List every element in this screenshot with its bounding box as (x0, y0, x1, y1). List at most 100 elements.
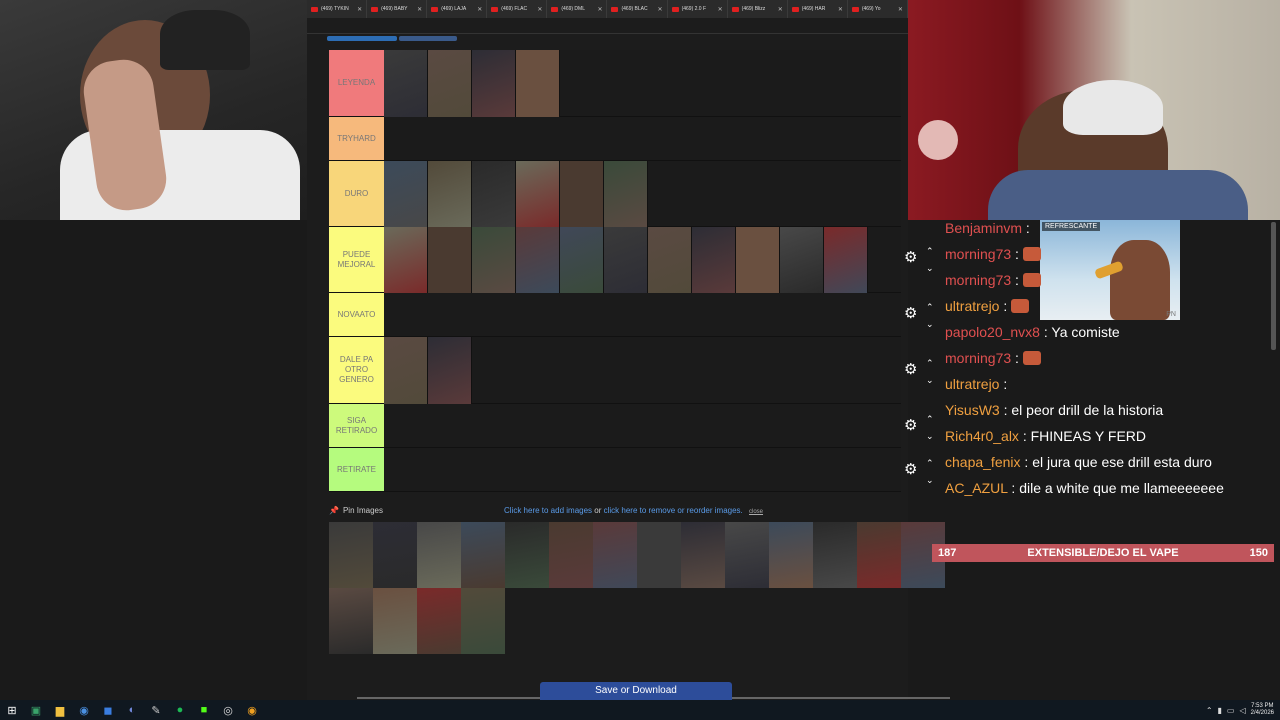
tier-image[interactable] (648, 227, 692, 293)
gear-icon[interactable]: ⚙ (904, 250, 920, 266)
gear-icon[interactable]: ⚙ (904, 362, 920, 378)
tier-label[interactable]: DALE PA OTRO GENERO (329, 337, 384, 403)
tier-image[interactable] (428, 227, 472, 293)
chevron-down-icon[interactable]: ⌄ (926, 320, 934, 329)
tier-label[interactable]: RETIRATE (329, 448, 384, 491)
tier-image[interactable] (472, 227, 516, 293)
chevron-down-icon[interactable]: ⌄ (926, 432, 934, 441)
close-tab-icon[interactable]: ✕ (357, 6, 362, 13)
tier-image[interactable] (824, 227, 868, 293)
chat-username[interactable]: morning73 (945, 246, 1011, 262)
pool-image[interactable] (417, 522, 461, 588)
chat-scrollbar[interactable] (1271, 222, 1276, 350)
chat-username[interactable]: morning73 (945, 272, 1011, 288)
browser-tab[interactable]: (469) 2.0 F ✕ (668, 0, 728, 18)
close-tab-icon[interactable]: ✕ (898, 6, 903, 13)
chrome-icon[interactable]: ◉ (72, 700, 96, 720)
chat-username[interactable]: papolo20_nvx8 (945, 324, 1040, 340)
clock[interactable]: 7:53 PM 2/4/2026 (1251, 703, 1274, 717)
obs-icon[interactable]: ◎ (216, 700, 240, 720)
tier-image[interactable] (560, 227, 604, 293)
tool-button-2[interactable] (399, 36, 457, 41)
pool-image[interactable] (505, 522, 549, 588)
chat-username[interactable]: morning73 (945, 350, 1011, 366)
close-tab-icon[interactable]: ✕ (417, 6, 422, 13)
chat-username[interactable]: YisusW3 (945, 402, 1000, 418)
close-tab-icon[interactable]: ✕ (778, 6, 783, 13)
close-tab-icon[interactable]: ✕ (718, 6, 723, 13)
terminal-icon[interactable]: ▣ (24, 700, 48, 720)
chrome-canary-icon[interactable]: ◉ (240, 700, 264, 720)
browser-tab[interactable]: (469) Yo ✕ (848, 0, 908, 18)
tier-image[interactable] (604, 227, 648, 293)
pool-image[interactable] (329, 588, 373, 654)
browser-tab[interactable]: (469) HAR ✕ (788, 0, 848, 18)
discord-icon[interactable]: ◐ (120, 700, 144, 720)
chat-username[interactable]: ultratrejo (945, 298, 999, 314)
tier-image[interactable] (516, 161, 560, 227)
tier-image[interactable] (472, 161, 516, 227)
browser-tab[interactable]: (469) TYKIN ✕ (307, 0, 368, 18)
folder-icon[interactable]: ▆ (48, 700, 72, 720)
gear-icon[interactable]: ⚙ (904, 306, 920, 322)
tier-image[interactable] (384, 337, 428, 404)
tier-image[interactable] (428, 161, 472, 227)
tier-image[interactable] (384, 161, 428, 227)
chat-username[interactable]: Rich4r0_alx (945, 428, 1019, 444)
tier-label[interactable]: SIGA RETIRADO (329, 404, 384, 447)
pool-image[interactable] (769, 522, 813, 588)
pool-image[interactable] (549, 522, 593, 588)
app-icon[interactable]: ◼ (96, 700, 120, 720)
tool-icon[interactable]: ✎ (144, 700, 168, 720)
chevron-up-icon[interactable]: ⌃ (926, 247, 934, 256)
tier-image[interactable] (604, 161, 648, 227)
browser-tab[interactable]: (469) BLAC ✕ (607, 0, 668, 18)
close-tab-icon[interactable]: ✕ (838, 6, 843, 13)
network-icon[interactable]: ▭ (1227, 706, 1235, 715)
chevron-up-icon[interactable]: ⌃ (926, 303, 934, 312)
close-tab-icon[interactable]: ✕ (658, 6, 663, 13)
reorder-images-link[interactable]: click here to remove or reorder images. (604, 506, 743, 515)
tier-image[interactable] (516, 50, 560, 117)
browser-tab[interactable]: (469) BABY ✕ (367, 0, 428, 18)
tool-button-1[interactable] (327, 36, 397, 41)
tier-label[interactable]: PUEDE MEJORAL (329, 227, 384, 292)
tier-label[interactable]: NOVAATO (329, 293, 384, 336)
browser-tab[interactable]: (469) FLAC ✕ (487, 0, 548, 18)
tier-image[interactable] (428, 50, 472, 117)
tier-image[interactable] (384, 227, 428, 293)
close-tab-icon[interactable]: ✕ (597, 6, 602, 13)
start-icon[interactable]: ⊞ (0, 700, 24, 720)
pool-image[interactable] (461, 522, 505, 588)
chevron-up-icon[interactable]: ⌃ (1206, 706, 1213, 715)
close-tab-icon[interactable]: ✕ (477, 6, 482, 13)
add-images-link[interactable]: Click here to add images (504, 506, 592, 515)
pool-image[interactable] (417, 588, 461, 654)
pool-image[interactable] (637, 522, 681, 588)
tier-label[interactable]: LEYENDA (329, 50, 384, 116)
tier-label[interactable]: DURO (329, 161, 384, 226)
pool-image[interactable] (857, 522, 901, 588)
chat-username[interactable]: chapa_fenix (945, 454, 1021, 470)
tier-image[interactable] (472, 50, 516, 117)
chevron-down-icon[interactable]: ⌄ (926, 376, 934, 385)
chevron-down-icon[interactable]: ⌄ (926, 264, 934, 273)
spotify-icon[interactable]: ● (168, 700, 192, 720)
volume-icon[interactable]: ◁ (1239, 706, 1245, 715)
pool-image[interactable] (725, 522, 769, 588)
pool-image[interactable] (373, 588, 417, 654)
browser-tab[interactable]: (469) DML ✕ (547, 0, 608, 18)
chevron-up-icon[interactable]: ⌃ (926, 359, 934, 368)
tier-image[interactable] (780, 227, 824, 293)
pool-image[interactable] (813, 522, 857, 588)
tier-image[interactable] (560, 161, 604, 227)
tier-image[interactable] (384, 50, 428, 117)
chat-username[interactable]: ultratrejo (945, 376, 999, 392)
mic-icon[interactable]: ▮ (1218, 706, 1222, 715)
pool-image[interactable] (461, 588, 505, 654)
pool-image[interactable] (329, 522, 373, 588)
gear-icon[interactable]: ⚙ (904, 462, 920, 478)
browser-tab[interactable]: (469) LAJA ✕ (427, 0, 488, 18)
chevron-up-icon[interactable]: ⌃ (926, 415, 934, 424)
tier-image[interactable] (516, 227, 560, 293)
